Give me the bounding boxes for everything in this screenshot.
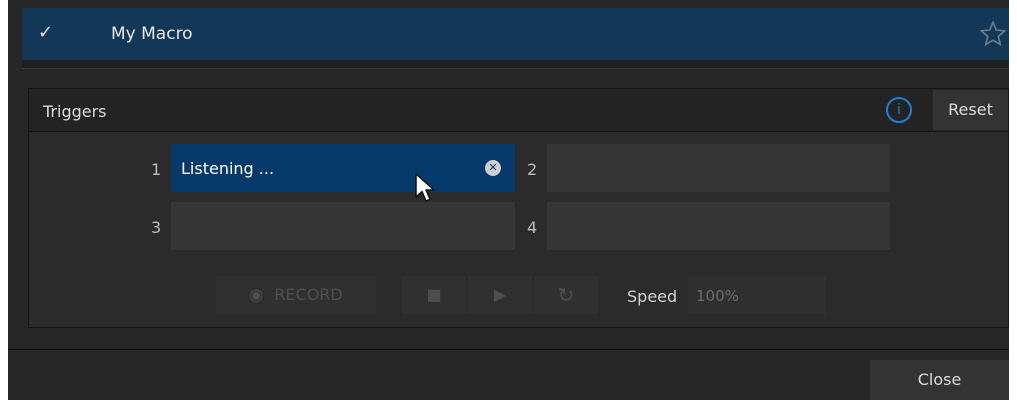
- trigger-slot-1-value: Listening ...: [181, 159, 275, 178]
- trigger-slot-2-field[interactable]: [547, 144, 890, 192]
- triggers-header: Triggers i Reset: [29, 89, 1008, 132]
- loop-button[interactable]: ↻: [534, 276, 598, 314]
- play-button[interactable]: ▶: [468, 276, 532, 314]
- trigger-slot-1-field[interactable]: Listening ... ✕: [171, 144, 515, 192]
- clear-icon[interactable]: ✕: [485, 160, 501, 176]
- record-icon: ◉: [249, 285, 264, 304]
- play-icon: ▶: [493, 285, 507, 304]
- stop-button[interactable]: ■: [402, 276, 466, 314]
- stop-icon: ■: [426, 285, 442, 304]
- star-icon[interactable]: [979, 20, 1007, 48]
- window-left-edge: [0, 0, 8, 400]
- checkmark-icon: ✓: [38, 22, 54, 43]
- trigger-slot-number-4: 4: [527, 218, 538, 237]
- speed-input[interactable]: 100%: [688, 276, 826, 314]
- macro-list-item-selected[interactable]: ✓ My Macro: [22, 8, 1009, 60]
- reset-button[interactable]: Reset: [933, 90, 1008, 130]
- speed-label: Speed: [627, 287, 678, 306]
- speed-value: 100%: [696, 287, 739, 305]
- macro-name: My Macro: [111, 24, 193, 44]
- record-button[interactable]: ◉ RECORD: [216, 276, 376, 314]
- trigger-slot-number-3: 3: [151, 218, 162, 237]
- trigger-slot-4-field[interactable]: [547, 202, 890, 250]
- footer-divider: [8, 349, 1009, 350]
- close-button[interactable]: Close: [870, 360, 1009, 400]
- triggers-title: Triggers: [43, 102, 107, 121]
- triggers-panel: Triggers i Reset 1 Listening ... ✕ 2 3 4…: [28, 88, 1009, 328]
- info-icon[interactable]: i: [886, 97, 912, 123]
- trigger-slot-number-1: 1: [151, 160, 162, 179]
- record-label: RECORD: [274, 285, 343, 304]
- trigger-slot-number-2: 2: [527, 160, 538, 179]
- mouse-cursor-icon: [415, 173, 435, 202]
- window-right-edge: [1009, 0, 1017, 400]
- loop-icon: ↻: [557, 283, 575, 307]
- trigger-slot-3-field[interactable]: [171, 202, 515, 250]
- macro-list: ✓ My Macro: [22, 8, 1009, 69]
